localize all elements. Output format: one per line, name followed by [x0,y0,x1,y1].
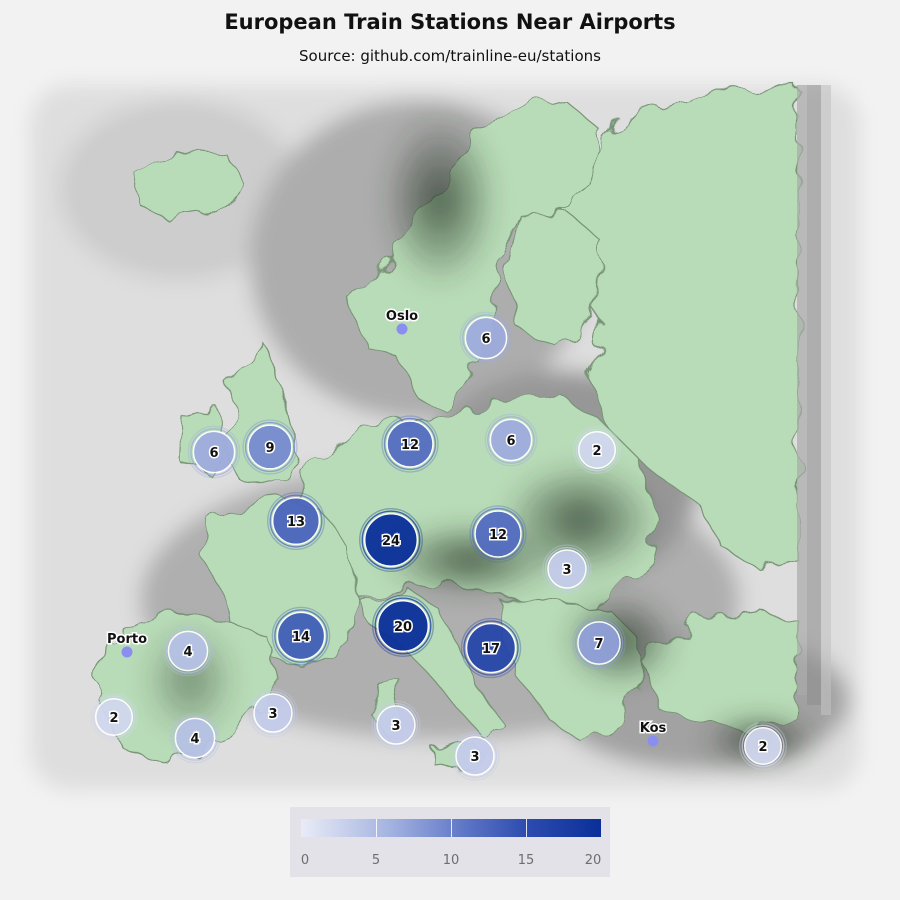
cluster-count-label: 7 [594,637,603,652]
chart-subtitle: Source: github.com/trainline-eu/stations [299,47,601,65]
cluster-bubble[interactable]: 13 [267,492,325,550]
europe-map: OsloPortoKos 69 12 66 21324 123142017 7424333… [30,85,860,790]
cluster-count-label: 3 [470,750,479,765]
legend-label: 0 [300,853,310,868]
cluster-bubble[interactable]: 3 [542,544,592,594]
legend-tick-mark [376,819,377,837]
legend-label: 5 [371,853,381,868]
cluster-count-label: 6 [481,332,490,347]
cluster-bubble[interactable]: 6 [187,425,241,479]
cluster-count-label: 6 [506,434,515,449]
city-label: Porto [107,632,147,647]
legend-label: 10 [442,853,460,868]
cluster-bubble[interactable]: 7 [572,616,626,670]
cluster-count-label: 3 [562,563,571,578]
cluster-count-label: 3 [391,719,400,734]
cluster-bubble[interactable]: 4 [169,712,221,764]
cluster-count-label: 9 [265,441,274,456]
city-label: Kos [640,721,667,736]
cluster-count-label: 2 [592,444,601,459]
cluster-bubble[interactable]: 9 [242,419,298,475]
chart-title: European Train Stations Near Airports [224,10,676,34]
cluster-bubble[interactable]: 3 [371,700,421,750]
cluster-count-label: 3 [268,707,277,722]
cluster-bubble[interactable]: 4 [162,625,214,677]
city-label: Oslo [386,309,418,324]
cluster-bubble[interactable]: 12 [469,505,527,563]
cluster-count-label: 4 [183,645,192,660]
city-dot [121,646,133,658]
cluster-bubble[interactable]: 24 [359,508,423,572]
cluster-count-label: 24 [382,534,400,549]
city-dot [647,735,659,747]
cluster-count-label: 6 [209,446,218,461]
map-figure: Oslo Porto Kos 6 9 12 6 6 2 13 24 12 3 14 20 17 7 4 2 4 3 3 3… [0,0,900,900]
cluster-count-label: 13 [287,515,305,530]
cluster-bubble[interactable]: 2 [739,722,787,770]
cluster-count-label: 12 [401,438,419,453]
color-legend: 0 5 10 15 20 [290,807,610,877]
edge-bands [797,85,831,715]
city-dot [396,323,408,335]
cluster-count-label: 17 [482,642,500,657]
cluster-bubble[interactable]: 17 [460,617,522,679]
cluster-bubble[interactable]: 20 [372,595,434,657]
cluster-count-label: 20 [394,620,412,635]
cluster-bubble[interactable]: 2 [90,693,138,741]
cluster-bubble[interactable]: 6 [484,413,538,467]
cluster-bubble[interactable]: 14 [271,606,331,666]
cluster-bubble[interactable]: 6 [459,311,513,365]
legend-tick-mark [451,819,452,837]
legend-tick-mark [526,819,527,837]
cluster-bubble[interactable]: 3 [450,731,500,781]
cluster-count-label: 4 [190,732,199,747]
cluster-count-label: 2 [758,740,767,755]
cluster-count-label: 12 [489,528,507,543]
cluster-count-label: 2 [109,711,118,726]
legend-label: 15 [517,853,535,868]
legend-label: 20 [584,853,602,868]
cluster-bubble[interactable]: 2 [573,426,621,474]
cluster-bubble[interactable]: 3 [248,688,298,738]
legend-color-bar [301,819,601,837]
cluster-bubble[interactable]: 12 [381,415,439,473]
cluster-count-label: 14 [292,630,310,645]
